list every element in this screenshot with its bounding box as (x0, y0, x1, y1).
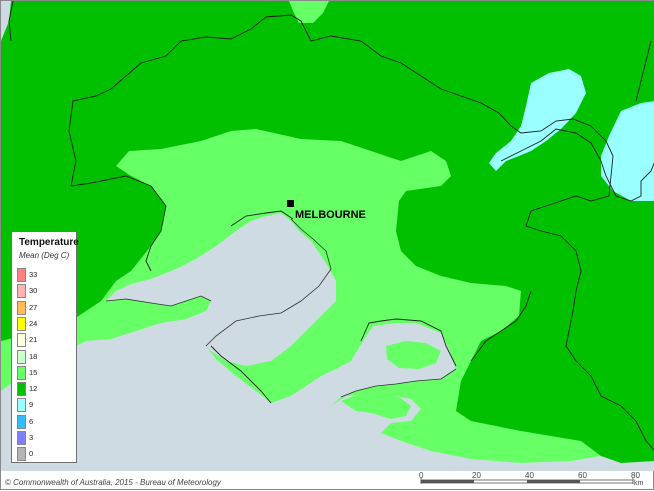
legend-swatch (17, 349, 26, 364)
scale-tick-label: 0 (419, 471, 424, 480)
legend-swatch (17, 316, 26, 331)
legend-label: 33 (29, 270, 38, 279)
legend-swatch (17, 447, 26, 462)
legend-swatch (17, 365, 26, 380)
legend-label: 3 (29, 433, 34, 442)
legend-label: 27 (29, 302, 38, 312)
legend-subtitle: Mean (Deg C) (19, 251, 70, 260)
legend-swatch (17, 382, 26, 397)
copyright-text: © Commonwealth of Australia, 2015 - Bure… (5, 478, 221, 487)
scale-tick-label: 80 (631, 471, 640, 480)
map-footer: © Commonwealth of Australia, 2015 - Bure… (1, 471, 654, 491)
scale-bar (420, 478, 634, 484)
melbourne-marker-icon (287, 200, 294, 207)
legend-swatch (17, 414, 26, 429)
temperature-legend: Temperature Mean (Deg C) 33 30 27 24 21 18 15 1… (11, 231, 79, 463)
legend-title: Temperature (19, 237, 79, 248)
legend-swatch (17, 300, 26, 315)
legend-label: 0 (29, 449, 34, 459)
legend-label: 24 (29, 318, 38, 328)
city-label: MELBOURNE (295, 209, 366, 221)
legend-swatch (17, 431, 26, 445)
legend-label: 30 (29, 286, 38, 296)
legend-label: 15 (29, 367, 38, 377)
legend-label: 21 (29, 335, 38, 345)
legend-label: 9 (29, 400, 34, 410)
scale-tick-label: 60 (578, 471, 587, 480)
legend-swatch (17, 268, 26, 282)
scale-unit: km (634, 480, 644, 487)
legend-swatch (17, 284, 26, 299)
legend-label: 12 (29, 384, 38, 394)
legend-label: 18 (29, 351, 38, 361)
map-frame: MELBOURNE Temperature Mean (Deg C) 33 30 2… (0, 0, 654, 490)
scale-tick-label: 20 (472, 471, 481, 480)
temperature-map[interactable] (1, 1, 654, 491)
legend-label: 6 (29, 416, 34, 426)
legend-swatch (17, 398, 26, 413)
scale-tick-label: 40 (525, 471, 534, 480)
legend-swatch (17, 333, 26, 348)
